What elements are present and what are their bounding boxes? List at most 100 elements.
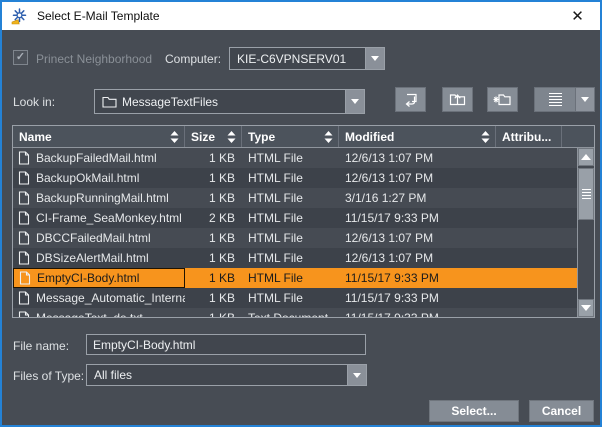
up-one-level-icon xyxy=(448,91,467,108)
scrollbar-thumb[interactable] xyxy=(578,168,594,220)
table-row[interactable]: DBCCFailedMail.html 1 KB HTML File 12/6/… xyxy=(13,228,577,248)
column-label: Size xyxy=(191,130,215,144)
column-label: Attribu... xyxy=(502,130,551,144)
files-of-type-value: All files xyxy=(87,368,132,382)
files-of-type-dropdown-button[interactable] xyxy=(347,365,366,385)
computer-dropdown[interactable]: KIE-C6VPNSERV01 xyxy=(229,47,385,70)
scroll-up-button[interactable] xyxy=(578,148,594,166)
column-label: Modified xyxy=(345,130,394,144)
table-row[interactable]: EmptyCI-Body.html 1 KB HTML File 11/15/1… xyxy=(13,268,577,288)
new-folder-button[interactable] xyxy=(487,87,518,112)
table-column-header[interactable]: Modified xyxy=(339,126,496,147)
chevron-down-icon xyxy=(351,99,359,104)
table-row[interactable]: MessageText_de.txt 1 KB Text Document 11… xyxy=(13,308,577,317)
file-modified: 11/15/17 9:33 PM xyxy=(339,268,496,288)
file-attributes xyxy=(496,148,562,168)
file-modified: 11/15/17 9:33 PM xyxy=(339,308,496,317)
file-modified: 12/6/13 1:07 PM xyxy=(339,168,496,188)
table-row[interactable]: BackupRunningMail.html 1 KB HTML File 3/… xyxy=(13,188,577,208)
file-name: CI-Frame_SeaMonkey.html xyxy=(36,208,182,228)
file-size: 1 KB xyxy=(185,148,242,168)
file-type: HTML File xyxy=(242,228,339,248)
select-button[interactable]: Select... xyxy=(429,400,519,422)
table-row[interactable]: BackupFailedMail.html 1 KB HTML File 12/… xyxy=(13,148,577,168)
cancel-button-label: Cancel xyxy=(542,404,581,418)
table-column-header[interactable]: Attribu... xyxy=(496,126,562,147)
new-folder-icon xyxy=(493,91,512,108)
look-in-dropdown-button[interactable] xyxy=(345,90,364,113)
file-name: EmptyCI-Body.html xyxy=(37,268,139,288)
look-in-label: Look in: xyxy=(13,95,55,109)
scroll-down-button[interactable] xyxy=(578,299,594,317)
file-name: DBSizeAlertMail.html xyxy=(36,248,149,268)
vertical-scrollbar[interactable] xyxy=(577,148,594,317)
last-folder-button[interactable] xyxy=(395,87,426,112)
file-icon xyxy=(18,231,30,245)
last-folder-icon xyxy=(401,91,420,108)
file-size: 1 KB xyxy=(185,168,242,188)
file-attributes xyxy=(496,288,562,308)
file-attributes xyxy=(496,208,562,228)
computer-dropdown-button[interactable] xyxy=(365,48,384,69)
table-body: BackupFailedMail.html 1 KB HTML File 12/… xyxy=(13,148,577,317)
file-modified: 11/15/17 9:33 PM xyxy=(339,288,496,308)
close-button[interactable]: ✕ xyxy=(555,2,600,30)
file-icon xyxy=(18,211,30,225)
file-size: 1 KB xyxy=(185,228,242,248)
close-icon: ✕ xyxy=(571,7,584,25)
file-name-input[interactable] xyxy=(86,334,366,355)
column-label: Type xyxy=(248,130,275,144)
file-name: BackupOkMail.html xyxy=(36,168,139,188)
view-mode-dropdown[interactable] xyxy=(534,87,595,112)
file-type: HTML File xyxy=(242,268,339,288)
select-button-label: Select... xyxy=(451,404,496,418)
table-column-header[interactable]: Size xyxy=(185,126,242,147)
prinect-neighborhood-label: Prinect Neighborhood xyxy=(36,52,152,66)
chevron-down-icon xyxy=(581,97,589,102)
computer-value: KIE-C6VPNSERV01 xyxy=(230,52,346,66)
computer-label: Computer: xyxy=(165,52,221,66)
file-name: BackupRunningMail.html xyxy=(36,188,169,208)
file-modified: 12/6/13 1:07 PM xyxy=(339,248,496,268)
file-attributes xyxy=(496,228,562,248)
chevron-down-icon xyxy=(353,373,361,378)
file-name-label: File name: xyxy=(13,339,69,353)
table-row[interactable]: CI-Frame_SeaMonkey.html 2 KB HTML File 1… xyxy=(13,208,577,228)
file-icon xyxy=(18,171,30,185)
file-modified: 12/6/13 1:07 PM xyxy=(339,228,496,248)
cancel-button[interactable]: Cancel xyxy=(529,400,594,422)
view-mode-dropdown-button[interactable] xyxy=(575,88,594,111)
file-table: Name Size Type Modified Attribu... xyxy=(12,125,595,318)
look-in-value: MessageTextFiles xyxy=(117,95,218,109)
dialog-title: Select E-Mail Template xyxy=(37,9,160,23)
table-column-header[interactable]: Name xyxy=(13,126,185,147)
up-one-level-button[interactable] xyxy=(442,87,473,112)
file-modified: 3/1/16 1:27 PM xyxy=(339,188,496,208)
prinect-neighborhood-checkbox: ✓ xyxy=(13,50,28,65)
folder-icon xyxy=(102,95,117,108)
files-of-type-dropdown[interactable]: All files xyxy=(86,364,367,386)
file-size: 1 KB xyxy=(185,308,242,317)
file-type: HTML File xyxy=(242,188,339,208)
sort-icon xyxy=(227,131,236,143)
table-header-filler xyxy=(562,126,594,147)
triangle-up-icon xyxy=(581,154,591,160)
table-row[interactable]: DBSizeAlertMail.html 1 KB HTML File 12/6… xyxy=(13,248,577,268)
file-type: HTML File xyxy=(242,208,339,228)
file-size: 1 KB xyxy=(185,248,242,268)
file-name: DBCCFailedMail.html xyxy=(36,228,151,248)
files-of-type-label: Files of Type: xyxy=(13,369,84,383)
column-label: Name xyxy=(19,130,52,144)
file-size: 1 KB xyxy=(185,268,242,288)
table-row[interactable]: BackupOkMail.html 1 KB HTML File 12/6/13… xyxy=(13,168,577,188)
titlebar[interactable]: Select E-Mail Template ✕ xyxy=(2,2,600,30)
file-attributes xyxy=(496,248,562,268)
table-header-row: Name Size Type Modified Attribu... xyxy=(13,126,594,148)
table-column-header[interactable]: Type xyxy=(242,126,339,147)
file-type: HTML File xyxy=(242,148,339,168)
file-size: 1 KB xyxy=(185,288,242,308)
look-in-dropdown[interactable]: MessageTextFiles xyxy=(94,89,365,114)
table-row[interactable]: Message_Automatic_Interna... 1 KB HTML F… xyxy=(13,288,577,308)
file-type: Text Document xyxy=(242,308,339,317)
file-attributes xyxy=(496,168,562,188)
